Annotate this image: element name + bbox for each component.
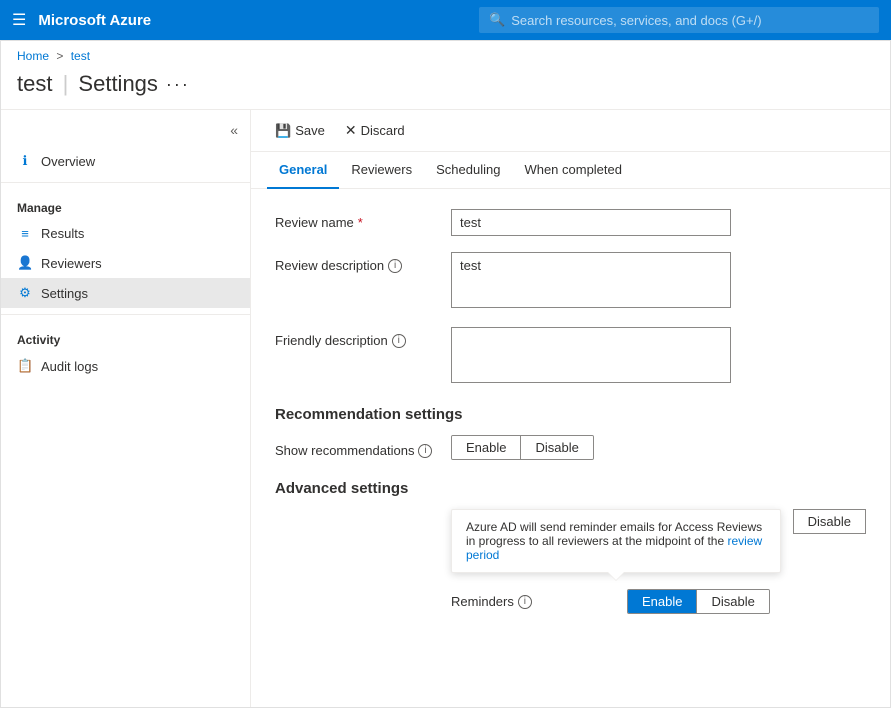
main-area: « ℹ Overview Manage ≡ Results 👤 Reviewer… (1, 109, 890, 707)
sidebar: « ℹ Overview Manage ≡ Results 👤 Reviewer… (1, 110, 251, 707)
sidebar-item-results[interactable]: ≡ Results (1, 219, 250, 248)
sidebar-item-reviewers[interactable]: 👤 Reviewers (1, 248, 250, 278)
review-name-input[interactable] (451, 209, 731, 236)
reminders-row: Reminders i Enable Disable (451, 589, 866, 614)
friendly-description-row: Friendly description i (275, 327, 866, 386)
sidebar-reviewers-label: Reviewers (41, 256, 102, 271)
friendly-description-input-wrapper (451, 327, 731, 386)
breadcrumb-home[interactable]: Home (17, 49, 49, 63)
page-wrapper: Home > test test | Settings ··· « ℹ Over… (0, 40, 891, 708)
show-recommendations-row: Show recommendations i Enable Disable (275, 435, 866, 460)
form-content: Review name * Review description i test (251, 189, 890, 634)
show-recommendations-toggle: Enable Disable (451, 435, 594, 460)
page-title: test | Settings (17, 71, 158, 97)
content-panel: 💾 Save ✕ Discard General Reviewers Sched… (251, 110, 890, 707)
search-icon: 🔍 (489, 12, 505, 28)
review-description-label: Review description i (275, 252, 435, 273)
show-recommendations-info-icon[interactable]: i (418, 444, 432, 458)
reminders-advanced-row: Azure AD will send reminder emails for A… (275, 509, 866, 614)
sidebar-collapse-section: « (1, 118, 250, 146)
info-circle-icon: ℹ (17, 153, 33, 169)
sidebar-divider-1 (1, 182, 250, 183)
toolbar: 💾 Save ✕ Discard (251, 110, 890, 152)
callout-text: Azure AD will send reminder emails for A… (466, 520, 762, 548)
tab-when-completed[interactable]: When completed (512, 152, 634, 189)
review-name-input-wrapper (451, 209, 731, 236)
save-label: Save (295, 123, 325, 138)
search-bar[interactable]: 🔍 (479, 7, 879, 33)
settings-tabs: General Reviewers Scheduling When comple… (251, 152, 890, 189)
reviewers-icon: 👤 (17, 255, 33, 271)
show-recommendations-label: Show recommendations i (275, 437, 435, 458)
title-more-options-icon[interactable]: ··· (166, 74, 190, 95)
callout-disable-button[interactable]: Disable (793, 509, 866, 534)
sidebar-collapse-button[interactable]: « (230, 122, 238, 138)
audit-logs-icon: 📋 (17, 358, 33, 374)
sidebar-item-overview[interactable]: ℹ Overview (1, 146, 250, 176)
discard-label: Discard (361, 123, 405, 138)
top-navigation-bar: ☰ Microsoft Azure 🔍 (0, 0, 891, 40)
reminders-toggle: Enable Disable (627, 589, 770, 614)
sidebar-manage-section: Manage (1, 189, 250, 219)
hamburger-menu-icon[interactable]: ☰ (12, 10, 26, 30)
discard-icon: ✕ (345, 122, 357, 139)
tab-reviewers[interactable]: Reviewers (339, 152, 424, 189)
sidebar-item-settings[interactable]: ⚙ Settings (1, 278, 250, 308)
friendly-description-info-icon[interactable]: i (392, 334, 406, 348)
breadcrumb-separator: > (56, 49, 63, 63)
sidebar-results-label: Results (41, 226, 84, 241)
breadcrumb: Home > test (1, 41, 890, 67)
title-separator: | (63, 71, 75, 96)
advanced-settings-header: Advanced settings (275, 480, 866, 497)
review-description-row: Review description i test (275, 252, 866, 311)
save-button[interactable]: 💾 Save (267, 119, 333, 143)
review-description-input-wrapper: test (451, 252, 731, 311)
review-description-info-icon[interactable]: i (388, 259, 402, 273)
resource-name: test (17, 71, 52, 96)
section-name: Settings (78, 71, 158, 96)
reminders-enable-btn[interactable]: Enable (628, 590, 696, 613)
review-name-label: Review name * (275, 209, 435, 230)
friendly-description-textarea[interactable] (451, 327, 731, 383)
breadcrumb-current[interactable]: test (71, 49, 90, 63)
show-recommendations-enable-btn[interactable]: Enable (452, 436, 520, 459)
discard-button[interactable]: ✕ Discard (337, 118, 413, 143)
sidebar-divider-2 (1, 314, 250, 315)
app-title: Microsoft Azure (38, 12, 151, 29)
reminders-callout: Azure AD will send reminder emails for A… (451, 509, 781, 573)
results-icon: ≡ (17, 226, 33, 241)
reminders-label: Reminders i (451, 594, 611, 609)
settings-icon: ⚙ (17, 285, 33, 301)
sidebar-audit-logs-label: Audit logs (41, 359, 98, 374)
tab-scheduling[interactable]: Scheduling (424, 152, 512, 189)
sidebar-activity-section: Activity (1, 321, 250, 351)
review-description-textarea[interactable]: test (451, 252, 731, 308)
recommendation-settings-header: Recommendation settings (275, 406, 866, 423)
search-input[interactable] (511, 13, 869, 28)
page-title-row: test | Settings ··· (1, 67, 890, 109)
show-recommendations-disable-btn[interactable]: Disable (520, 436, 592, 459)
sidebar-overview-label: Overview (41, 154, 95, 169)
sidebar-settings-label: Settings (41, 286, 88, 301)
sidebar-item-audit-logs[interactable]: 📋 Audit logs (1, 351, 250, 381)
reminders-info-icon[interactable]: i (518, 595, 532, 609)
tab-general[interactable]: General (267, 152, 339, 189)
reminders-disable-btn[interactable]: Disable (696, 590, 768, 613)
required-asterisk: * (358, 215, 363, 230)
review-name-row: Review name * (275, 209, 866, 236)
friendly-description-label: Friendly description i (275, 327, 435, 348)
advanced-right-col: Azure AD will send reminder emails for A… (451, 509, 866, 614)
save-icon: 💾 (275, 123, 291, 139)
